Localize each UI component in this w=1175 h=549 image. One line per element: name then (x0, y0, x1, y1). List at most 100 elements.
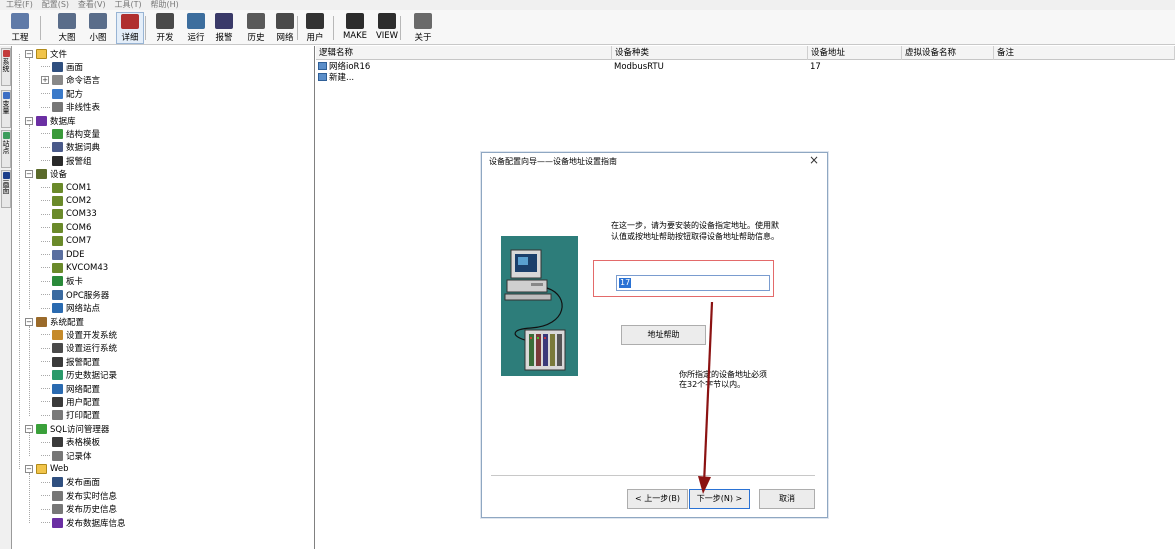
menu-item-help[interactable]: 帮助(H) (151, 1, 179, 9)
vtab-0[interactable]: 系统 (1, 48, 11, 86)
tree-item[interactable]: 发布数据库信息 (41, 516, 126, 529)
tree-item[interactable]: COM2 (41, 194, 91, 207)
tree-item-label: SQL访问管理器 (50, 424, 110, 435)
menu-item-config[interactable]: 配置(S) (42, 1, 69, 9)
collapse-icon[interactable]: − (25, 49, 33, 58)
tree-item[interactable]: 历史数据记录 (41, 369, 117, 382)
back-button[interactable]: < 上一步(B) (627, 489, 688, 509)
tree-item[interactable]: − SQL访问管理器 (25, 422, 109, 435)
address-help-button[interactable]: 地址帮助 (621, 325, 706, 345)
toolbar-button-smalls-icon[interactable]: 小图 (84, 12, 112, 44)
tree-item[interactable]: 记录体 (41, 449, 92, 462)
menu-item-project[interactable]: 工程(F) (6, 1, 33, 9)
table-row[interactable]: 网络ioR16 ModbusRTU 17 (316, 62, 1175, 73)
tree-connector (41, 146, 50, 148)
grid-column-header[interactable]: 备注 (994, 46, 1175, 60)
tree-item[interactable]: DDE (41, 248, 84, 261)
tree-item[interactable]: 发布实时信息 (41, 489, 117, 502)
vtab-2[interactable]: 站点 (1, 130, 11, 168)
tree-item[interactable]: − 系统配置 (25, 315, 84, 328)
toolbar-label: 网络 (276, 33, 294, 43)
menu-item-tools[interactable]: 工具(T) (115, 1, 142, 9)
tree-item[interactable]: − Web (25, 462, 69, 475)
tree-item[interactable]: 报警组 (41, 154, 92, 167)
tree-item[interactable]: 非线性表 (41, 101, 100, 114)
tree-connector (41, 495, 50, 497)
tree-item[interactable]: 结构变量 (41, 127, 100, 140)
tree-item[interactable]: COM7 (41, 235, 91, 248)
board-card-icon (52, 276, 63, 287)
com-port-icon (52, 182, 63, 193)
toolbar-button-about[interactable]: 关于 (410, 12, 436, 44)
toolbar-button-develop[interactable]: 开发 (153, 12, 177, 44)
run-settings-icon (52, 343, 63, 354)
tree-item[interactable]: 用户配置 (41, 395, 100, 408)
tree-item[interactable]: − 设备 (25, 168, 67, 181)
toolbar-button-network[interactable]: 网络 (272, 12, 298, 44)
tree-item[interactable]: + 命令语言 (41, 74, 100, 87)
collapse-icon[interactable]: − (25, 170, 33, 179)
toolbar-button-larges-icon[interactable]: 大图 (53, 12, 81, 44)
tree-item[interactable]: 画面 (41, 60, 83, 73)
network-site-icon (52, 303, 63, 314)
tree-item[interactable]: 设置运行系统 (41, 342, 117, 355)
tree-item[interactable]: 板卡 (41, 275, 83, 288)
tree-connector (41, 522, 50, 523)
tree-item[interactable]: 表格模板 (41, 436, 100, 449)
tree-item[interactable]: 报警配置 (41, 355, 100, 368)
grid-column-header[interactable]: 设备种类 (612, 46, 808, 60)
tree-item[interactable]: 发布历史信息 (41, 503, 117, 516)
toolbar-button-details[interactable]: 详细 (116, 12, 144, 44)
tree-item[interactable]: COM1 (41, 181, 91, 194)
collapse-icon[interactable]: − (25, 317, 33, 326)
tree-item[interactable]: − 文件 (25, 47, 67, 60)
network-config-icon (52, 383, 63, 394)
table-row[interactable]: 新建... (316, 73, 1175, 84)
expand-icon[interactable]: + (41, 76, 49, 85)
grid-column-header[interactable]: 逻辑名称 (316, 46, 612, 60)
grid-column-header[interactable]: 设备地址 (808, 46, 902, 60)
alarm-icon (215, 13, 233, 29)
publish-db-icon (52, 517, 63, 528)
grid-column-header[interactable]: 虚拟设备名称 (902, 46, 994, 60)
tree-item[interactable]: COM6 (41, 221, 91, 234)
cancel-button[interactable]: 取消 (759, 489, 815, 509)
tree-item[interactable]: KVCOM43 (41, 261, 108, 274)
toolbar-button-project[interactable]: 工程 (6, 12, 34, 44)
record-icon (52, 450, 63, 461)
toolbar-button-alarm[interactable]: 报警 (211, 12, 237, 44)
next-button[interactable]: 下一步(N) > (689, 489, 750, 509)
menu-item-view[interactable]: 查看(V) (78, 1, 106, 9)
toolbar-button-user[interactable]: 用户 (303, 12, 327, 44)
collapse-icon[interactable]: − (25, 464, 33, 473)
close-icon[interactable]: × (809, 153, 819, 167)
tree-connector (41, 414, 50, 416)
tree-item[interactable]: 配方 (41, 87, 83, 100)
tree-connector (41, 374, 50, 376)
vtab-1[interactable]: 变量 (1, 90, 11, 128)
toolbar-button-run[interactable]: 运行 (183, 12, 209, 44)
tree-item[interactable]: 发布画面 (41, 476, 100, 489)
toolbar-label: 关于 (414, 33, 432, 43)
table-cell: 网络ioR16 (316, 62, 370, 73)
tree-item[interactable]: 设置开发系统 (41, 328, 117, 341)
tree-item[interactable]: 数据词典 (41, 141, 100, 154)
tree-item[interactable]: COM33 (41, 208, 97, 221)
toolbar-button-history[interactable]: 历史 (243, 12, 269, 44)
device-address-input[interactable]: 17 (616, 275, 770, 291)
tree-item-label: 设置运行系统 (66, 344, 118, 355)
tree-item-label: 历史数据记录 (66, 371, 118, 382)
collapse-icon[interactable]: − (25, 424, 33, 433)
tree-item[interactable]: 打印配置 (41, 409, 100, 422)
tree-guide-line (29, 473, 30, 523)
large-icons-icon (58, 13, 76, 29)
collapse-icon[interactable]: − (25, 116, 33, 125)
tree-item[interactable]: OPC服务器 (41, 288, 109, 301)
toolbar-button-make[interactable]: MAKE (340, 12, 370, 44)
tree-item[interactable]: 网络配置 (41, 382, 100, 395)
tree-item[interactable]: − 数据库 (25, 114, 76, 127)
tree-item[interactable]: 网络站点 (41, 302, 100, 315)
vtab-3[interactable]: 画面 (1, 170, 11, 208)
tree-connector (41, 267, 50, 269)
toolbar-button-view[interactable]: VIEW (372, 12, 402, 44)
